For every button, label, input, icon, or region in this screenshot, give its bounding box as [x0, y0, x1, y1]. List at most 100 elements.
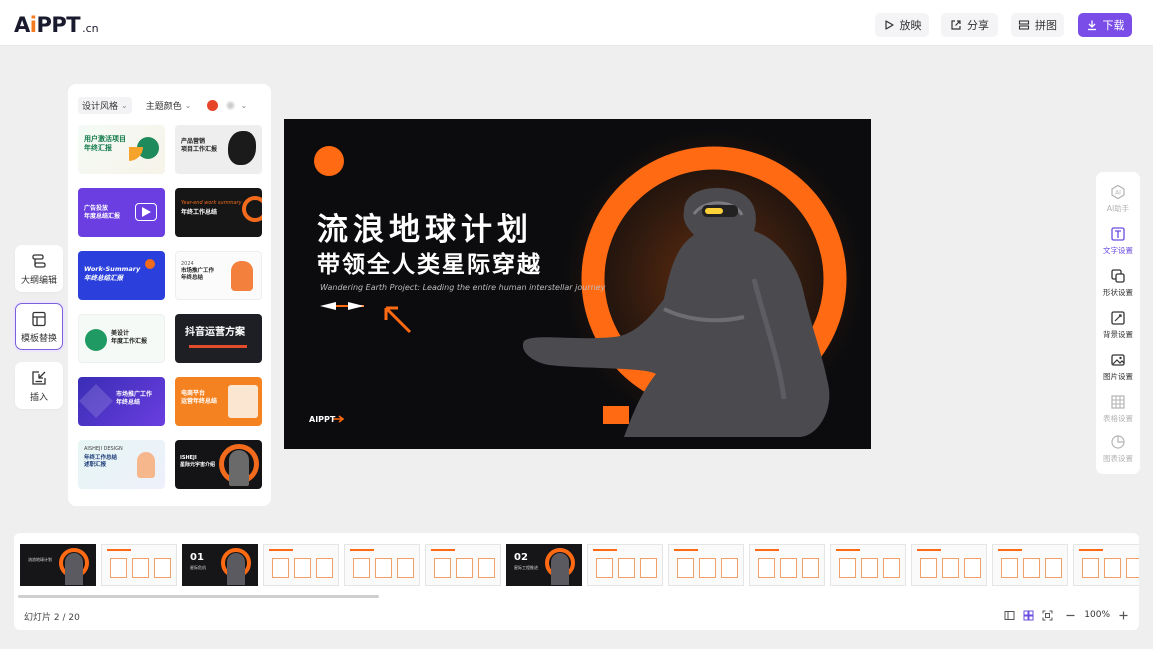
template-card[interactable]: Work-Summary 年终总结汇报: [78, 251, 165, 300]
template-title: 市场推广工作 年终总结: [116, 391, 153, 406]
slide-thumbnail[interactable]: [1073, 544, 1139, 586]
template-replace-label: 模板替换: [20, 333, 57, 344]
slide-thumbnail[interactable]: [749, 544, 825, 586]
thumbnail-strip[interactable]: 流浪地球计划 01 星际危机 02 星际工程推进: [20, 544, 1139, 586]
slide-thumbnail[interactable]: [425, 544, 501, 586]
template-card[interactable]: 广告投放 年度总结汇报: [78, 188, 165, 237]
template-subtitle: AISHEJI DESIGN: [84, 446, 123, 452]
chevron-down-icon[interactable]: ⌄: [240, 101, 247, 110]
template-card[interactable]: 市场推广工作 年终总结: [78, 377, 165, 426]
image-settings-icon: [1111, 354, 1125, 366]
settings-panel: AI AI助手 文字设置 形状设置 背景设置 图片设置 表格设置 图表设置: [1096, 172, 1140, 474]
thumbnail-content-box: [942, 558, 959, 578]
template-card[interactable]: ISHEJI 星际元宇宙介绍: [175, 440, 262, 489]
table-settings-button[interactable]: 表格设置: [1096, 394, 1140, 434]
slide-thumbnail[interactable]: 流浪地球计划: [20, 544, 96, 586]
color-swatch-red[interactable]: [207, 99, 219, 111]
template-title: 产品营销 项目工作汇报: [181, 138, 218, 153]
thumbnail-content-box: [456, 558, 473, 578]
slide-thumbnail[interactable]: [992, 544, 1068, 586]
play-button[interactable]: 放映: [875, 13, 929, 37]
shape-settings-button[interactable]: 形状设置: [1096, 268, 1140, 308]
template-replace-button[interactable]: 模板替换: [15, 303, 63, 350]
outline-icon: [32, 253, 46, 268]
play-icon: [884, 20, 894, 30]
thumbnail-content-box: [1023, 558, 1040, 578]
template-card[interactable]: 抖音运营方案: [175, 314, 262, 363]
slide-thumbnail[interactable]: 02 星际工程推进: [506, 544, 582, 586]
slide-thumbnail[interactable]: [587, 544, 663, 586]
template-filters: 设计风格 ⌄ 主题颜色 ⌄ ⌄: [78, 96, 261, 114]
fit-screen-icon[interactable]: [1042, 610, 1053, 621]
text-settings-button[interactable]: 文字设置: [1096, 226, 1140, 266]
slide-brand[interactable]: AIPPT: [309, 415, 335, 424]
insert-button[interactable]: 插入: [15, 362, 63, 409]
template-card[interactable]: 产品营销 项目工作汇报: [175, 125, 262, 174]
share-icon: [951, 20, 961, 30]
template-card[interactable]: AISHEJI DESIGN 年终工作总结 述职汇报: [78, 440, 165, 489]
image-settings-button[interactable]: 图片设置: [1096, 352, 1140, 392]
thumbnail-content-box: [964, 558, 981, 578]
puzzle-button[interactable]: 拼图: [1011, 13, 1064, 37]
thumbnail-content-box: [353, 558, 370, 578]
main-slide-canvas[interactable]: 流浪地球计划 带领全人类星际穿越 Wandering Earth Project…: [284, 119, 871, 449]
zoom-out-icon[interactable]: [1065, 610, 1076, 621]
thumbnail-content-box: [1001, 558, 1018, 578]
top-bar: AiPPT .cn 放映 分享 拼图 下载: [0, 0, 1153, 46]
slide-title-line2[interactable]: 带领全人类星际穿越: [317, 245, 542, 279]
share-label: 分享: [967, 19, 989, 32]
template-card[interactable]: Year-end work summary 年终工作总结: [175, 188, 262, 237]
ai-assistant-button[interactable]: AI AI助手: [1096, 184, 1140, 224]
thumbnail-caption: 星际危机: [190, 565, 206, 570]
puzzle-label: 拼图: [1035, 19, 1057, 32]
template-card[interactable]: 美设计 年度工作汇报: [78, 314, 165, 363]
slide-title-line1[interactable]: 流浪地球计划: [317, 204, 533, 249]
share-button[interactable]: 分享: [941, 13, 998, 37]
slide-subtitle[interactable]: Wandering Earth Project: Leading the ent…: [320, 283, 605, 292]
theme-color-dropdown[interactable]: 主题颜色 ⌄: [146, 99, 192, 112]
grid-view-icon[interactable]: [1023, 610, 1034, 621]
color-swatch-none[interactable]: [226, 100, 236, 110]
slide-thumbnail[interactable]: [344, 544, 420, 586]
design-style-dropdown[interactable]: 设计风格 ⌄: [78, 96, 132, 114]
slide-thumbnail[interactable]: 01 星际危机: [182, 544, 258, 586]
thumbnail-accent-bar: [269, 549, 293, 551]
slide-thumbnail[interactable]: [668, 544, 744, 586]
theme-color-label: 主题颜色: [145, 101, 182, 112]
template-title: 电商平台 运营年终总结: [181, 390, 218, 405]
chart-settings-label: 图表设置: [1103, 454, 1133, 463]
slide-thumbnail[interactable]: [101, 544, 177, 586]
template-card[interactable]: 用户激活项目 年终汇报: [78, 125, 165, 174]
thumbnail-content-box: [721, 558, 738, 578]
insert-icon: [32, 370, 46, 385]
template-card[interactable]: 电商平台 运营年终总结: [175, 377, 262, 426]
template-card[interactable]: 2024 市场推广工作 年终总结: [175, 251, 262, 300]
template-title: 市场推广工作 年终总结: [181, 268, 215, 281]
outline-edit-button[interactable]: 大纲编辑: [15, 245, 63, 292]
thumbnail-number: 02: [514, 552, 528, 563]
slide-thumbnail[interactable]: [830, 544, 906, 586]
background-settings-icon: [1111, 311, 1125, 325]
slide-thumbnail[interactable]: [911, 544, 987, 586]
template-title: 年终工作总结: [181, 209, 218, 216]
background-settings-button[interactable]: 背景设置: [1096, 310, 1140, 350]
zoom-in-icon[interactable]: [1118, 610, 1129, 621]
template-subtitle: Year-end work summary: [181, 200, 242, 206]
template-icon: [32, 311, 46, 326]
normal-view-icon[interactable]: [1004, 610, 1015, 621]
zoom-level[interactable]: 100%: [1084, 610, 1110, 620]
chart-settings-icon: [1111, 435, 1125, 449]
slide-brand-text: AIPPT: [309, 415, 336, 424]
thumbnail-content-box: [434, 558, 451, 578]
thumbnail-content-box: [596, 558, 613, 578]
download-button[interactable]: 下载: [1078, 13, 1132, 37]
thumbnail-scrollbar[interactable]: [18, 595, 379, 598]
app-logo[interactable]: AiPPT .cn: [14, 12, 99, 36]
thumbnail-content-box: [758, 558, 775, 578]
thumbnail-accent-bar: [431, 549, 455, 551]
chevron-down-icon: ⌄: [121, 100, 128, 110]
chart-settings-button[interactable]: 图表设置: [1096, 434, 1140, 474]
slide-thumbnail[interactable]: [263, 544, 339, 586]
thumbnail-number: 01: [190, 552, 204, 563]
outline-edit-label: 大纲编辑: [20, 275, 57, 286]
